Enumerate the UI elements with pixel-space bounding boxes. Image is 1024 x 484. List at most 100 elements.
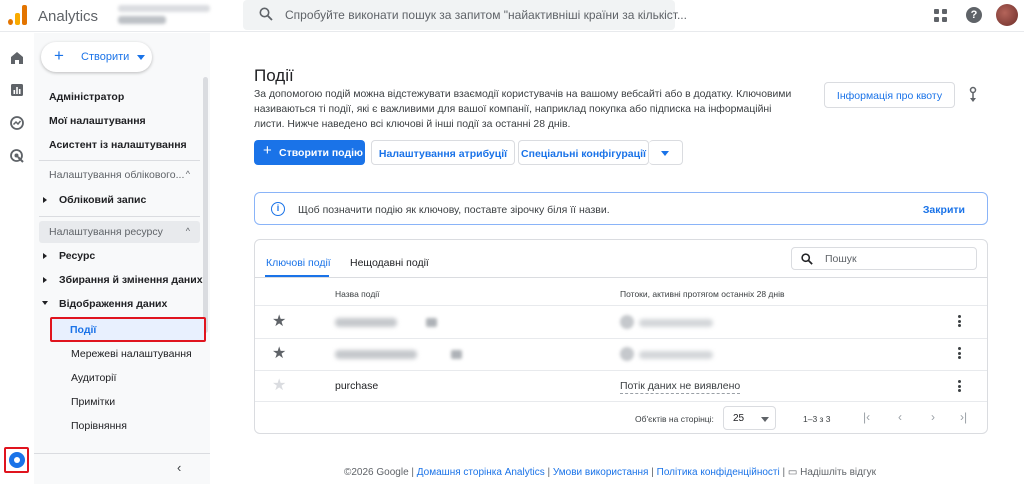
more-options-icon[interactable]	[958, 315, 961, 329]
sidebar-item-my-settings[interactable]: Мої налаштування	[49, 115, 146, 127]
sidebar-item-events[interactable]: Події	[50, 317, 206, 342]
divider	[255, 401, 987, 402]
event-name[interactable]: purchase	[335, 380, 378, 392]
global-search-input[interactable]: Спробуйте виконати пошук за запитом "най…	[243, 0, 687, 30]
pin-icon[interactable]	[967, 86, 979, 104]
quota-info-button[interactable]: Інформація про квоту	[824, 82, 955, 108]
explore-icon[interactable]	[9, 115, 25, 131]
sidebar-item-network-settings[interactable]: Мережеві налаштування	[71, 348, 192, 360]
copyright: ©2026 Google |	[344, 467, 415, 478]
analytics-logo[interactable]	[8, 5, 28, 25]
footer-link-home[interactable]: Домашня сторінка Analytics	[417, 467, 545, 478]
stream-status[interactable]: Потік даних не виявлено	[620, 380, 741, 394]
stream-icon	[620, 315, 634, 329]
main-content: Події За допомогою подій можна відстежув…	[210, 33, 1024, 484]
chevron-down-icon	[137, 55, 145, 60]
create-event-button[interactable]: + Створити подію	[254, 140, 365, 165]
chevron-down-icon	[761, 417, 769, 422]
page-range: 1–3 з 3	[803, 414, 831, 424]
create-event-label: Створити подію	[279, 147, 364, 159]
footer-link-terms[interactable]: Умови використання	[553, 467, 649, 478]
sidebar-item-label: Події	[70, 324, 97, 336]
reports-icon[interactable]	[9, 82, 25, 98]
special-configs-button[interactable]: Спеціальні конфігурації	[518, 140, 649, 165]
sidebar-item-admin[interactable]: Адміністратор	[49, 91, 124, 103]
sidebar-item-data-collection[interactable]: Збирання й змінення даних	[59, 274, 203, 286]
account-selector[interactable]	[118, 5, 228, 27]
event-name-redacted	[335, 350, 417, 359]
chevron-up-icon: ^	[185, 169, 190, 179]
tab-key-events[interactable]: Ключові події	[266, 257, 331, 269]
left-rail	[0, 33, 34, 484]
footer-link-privacy[interactable]: Політика конфіденційності	[657, 467, 780, 478]
attribution-settings-button[interactable]: Налаштування атрибуції	[371, 140, 515, 165]
search-placeholder: Спробуйте виконати пошук за запитом "най…	[285, 8, 687, 22]
star-icon[interactable]: ★	[272, 346, 286, 362]
event-name-redacted	[335, 318, 397, 327]
search-icon	[801, 253, 813, 265]
quota-button-label: Інформація про квоту	[836, 90, 943, 102]
section-label: Налаштування ресурсу	[49, 226, 163, 238]
tag-icon	[426, 318, 437, 327]
sidebar-item-data-display[interactable]: Відображення даних	[59, 298, 167, 310]
column-header-streams[interactable]: Потоки, активні протягом останніх 28 дні…	[620, 289, 784, 299]
info-icon: i	[271, 202, 285, 216]
more-options-icon[interactable]	[958, 347, 961, 361]
column-header-event-name[interactable]: Назва події	[335, 289, 380, 299]
sidebar-item-annotations[interactable]: Примітки	[71, 396, 115, 408]
next-page-icon[interactable]: ›	[931, 410, 935, 424]
chevron-left-icon[interactable]: ‹	[177, 460, 181, 475]
sidebar-item-property[interactable]: Ресурс	[59, 250, 95, 262]
last-page-icon[interactable]: ›|	[960, 410, 967, 424]
page-size-value: 25	[733, 413, 745, 424]
admin-settings-icon[interactable]	[4, 447, 29, 473]
previous-page-icon[interactable]: ‹	[898, 410, 902, 424]
table-search-input[interactable]: Пошук	[791, 247, 977, 270]
collapse-arrow-icon	[42, 301, 48, 305]
sidebar-scrollbar[interactable]	[203, 77, 208, 333]
special-configs-dropdown[interactable]	[649, 140, 683, 165]
avatar[interactable]	[996, 4, 1018, 26]
sidebar-item-comparisons[interactable]: Порівняння	[71, 420, 127, 432]
advertising-icon[interactable]	[9, 148, 25, 164]
create-button[interactable]: + Створити	[41, 42, 152, 72]
sidebar-item-setup-assistant[interactable]: Асистент із налаштування	[49, 139, 187, 151]
divider	[255, 305, 987, 306]
divider	[255, 370, 987, 371]
page-size-label: Об'єктів на сторінці:	[635, 414, 714, 424]
property-settings-section[interactable]: Налаштування ресурсу ^	[39, 221, 200, 243]
info-banner: i Щоб позначити подію як ключову, постав…	[254, 192, 988, 225]
expand-arrow-icon	[43, 253, 47, 259]
more-options-icon[interactable]	[958, 380, 961, 394]
tab-recent-events[interactable]: Нещодавні події	[350, 257, 429, 269]
stream-name-redacted	[639, 351, 713, 359]
special-configs-label: Спеціальні конфігурації	[521, 148, 646, 160]
active-tab-indicator	[265, 275, 329, 277]
sidebar-item-account[interactable]: Обліковий запис	[59, 194, 146, 206]
expand-arrow-icon	[43, 197, 47, 203]
app-name[interactable]: Analytics	[38, 8, 98, 25]
sidebar-item-audiences[interactable]: Аудиторії	[71, 372, 116, 384]
stream-name-redacted	[639, 319, 713, 327]
expand-arrow-icon	[43, 277, 47, 283]
star-icon[interactable]: ★	[272, 314, 286, 330]
create-button-label: Створити	[81, 51, 130, 63]
attribution-label: Налаштування атрибуції	[378, 148, 508, 160]
footer-feedback-link[interactable]: Надішліть відгук	[800, 467, 876, 478]
first-page-icon[interactable]: |‹	[863, 410, 870, 424]
chevron-up-icon: ^	[185, 226, 190, 236]
footer: ©2026 Google | Домашня сторінка Analytic…	[344, 467, 876, 478]
plus-icon: +	[263, 142, 272, 159]
help-icon[interactable]: ?	[966, 7, 982, 23]
home-icon[interactable]	[9, 50, 25, 66]
star-outline-icon[interactable]: ★	[272, 378, 286, 394]
account-settings-section[interactable]: Налаштування облікового... ^	[39, 164, 200, 186]
tag-icon	[451, 350, 462, 359]
search-icon	[259, 7, 273, 21]
close-banner-button[interactable]: Закрити	[923, 204, 965, 216]
apps-grid-icon[interactable]	[934, 9, 948, 23]
page-size-select[interactable]: 25	[723, 406, 776, 430]
section-label: Налаштування облікового...	[49, 169, 185, 181]
divider	[39, 160, 200, 161]
admin-sidebar: + Створити Адміністратор Мої налаштуванн…	[34, 33, 210, 484]
